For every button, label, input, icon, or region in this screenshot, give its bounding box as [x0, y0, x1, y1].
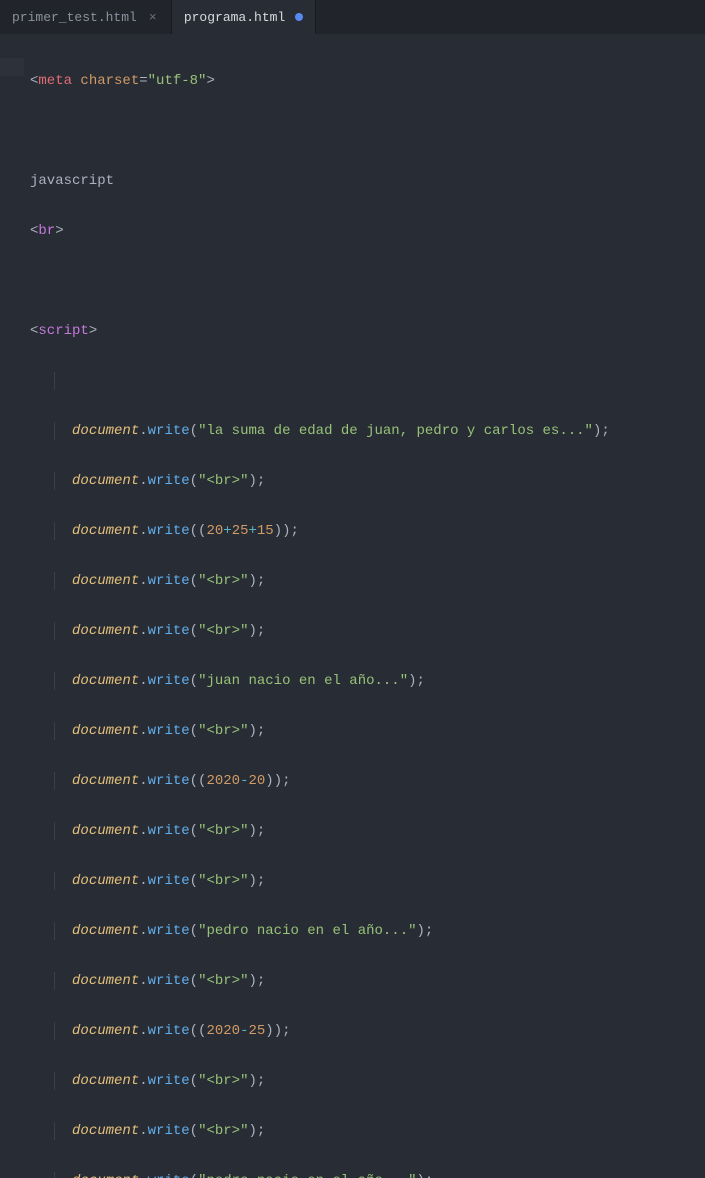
code-line: document.write("<br>"); — [30, 1072, 705, 1090]
code-line: document.write("<br>"); — [30, 622, 705, 640]
code-line: javascript — [30, 172, 705, 190]
line-number — [0, 544, 24, 562]
line-number — [0, 148, 24, 166]
line-number — [0, 40, 24, 58]
line-number — [0, 490, 24, 508]
line-number — [0, 472, 24, 490]
code-line: document.write("la suma de edad de juan,… — [30, 422, 705, 440]
code-line: document.write("<br>"); — [30, 1122, 705, 1140]
line-number — [0, 418, 24, 436]
code-line — [30, 272, 705, 290]
line-number — [0, 454, 24, 472]
line-number — [0, 508, 24, 526]
tab-programa[interactable]: programa.html — [172, 0, 316, 34]
code-line — [30, 372, 705, 390]
tab-label: programa.html — [184, 10, 285, 25]
code-line: document.write("<br>"); — [30, 472, 705, 490]
code-area[interactable]: <meta charset="utf-8"> javascript <br> <… — [24, 34, 705, 589]
code-line: document.write((2020-25)); — [30, 1022, 705, 1040]
code-line: <br> — [30, 222, 705, 240]
line-number — [0, 130, 24, 148]
line-number — [0, 328, 24, 346]
line-number — [0, 310, 24, 328]
code-line: document.write("<br>"); — [30, 822, 705, 840]
line-number — [0, 166, 24, 184]
line-number — [0, 400, 24, 418]
code-line: document.write("<br>"); — [30, 572, 705, 590]
line-number — [0, 184, 24, 202]
line-number — [0, 292, 24, 310]
code-line: document.write("pedro nacio en el año...… — [30, 922, 705, 940]
line-number — [0, 256, 24, 274]
code-line: document.write("<br>"); — [30, 722, 705, 740]
code-line: <meta charset="utf-8"> — [30, 72, 705, 90]
line-number — [0, 112, 24, 130]
code-line: document.write((20+25+15)); — [30, 522, 705, 540]
line-number — [0, 346, 24, 364]
code-line — [30, 122, 705, 140]
line-number — [0, 382, 24, 400]
code-line: <script> — [30, 322, 705, 340]
tab-bar: primer_test.html × programa.html — [0, 0, 705, 34]
tab-primer-test[interactable]: primer_test.html × — [0, 0, 172, 34]
editor: <meta charset="utf-8"> javascript <br> <… — [0, 34, 705, 589]
code-line: document.write("<br>"); — [30, 972, 705, 990]
code-line: document.write("juan nacio en el año..."… — [30, 672, 705, 690]
gutter — [0, 34, 24, 589]
line-number — [0, 562, 24, 580]
code-line: document.write("pedro nacio en el año...… — [30, 1172, 705, 1178]
line-number — [0, 238, 24, 256]
line-number — [0, 58, 24, 76]
code-line: document.write("<br>"); — [30, 872, 705, 890]
line-number — [0, 94, 24, 112]
line-number — [0, 436, 24, 454]
line-number — [0, 364, 24, 382]
close-icon[interactable]: × — [147, 10, 159, 25]
unsaved-dot-icon — [295, 13, 303, 21]
code-line: document.write((2020-20)); — [30, 772, 705, 790]
line-number — [0, 202, 24, 220]
line-number — [0, 526, 24, 544]
tab-label: primer_test.html — [12, 10, 137, 25]
line-number — [0, 220, 24, 238]
line-number — [0, 76, 24, 94]
line-number — [0, 274, 24, 292]
